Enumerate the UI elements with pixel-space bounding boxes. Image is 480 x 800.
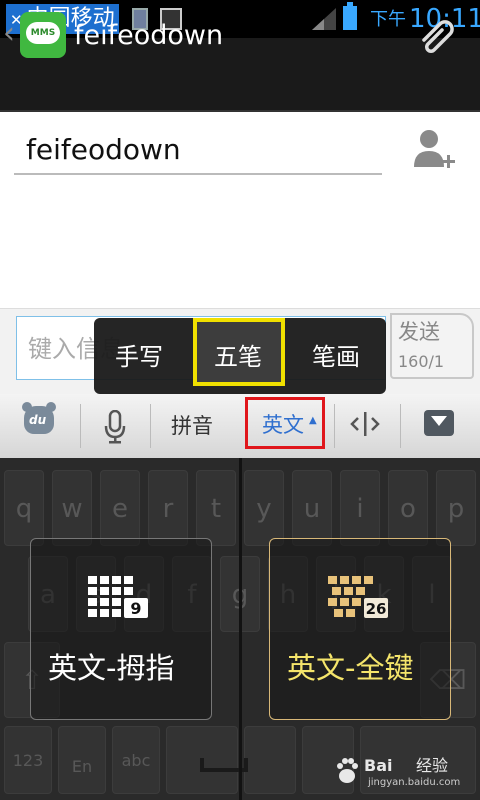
full-icon-badge: 26 [366, 600, 387, 618]
abc-key[interactable]: abc [112, 726, 160, 794]
send-label: 发送 [398, 320, 440, 344]
toolbar-divider [334, 404, 335, 448]
chevron-down-icon [431, 416, 447, 426]
toolbar-divider [80, 404, 81, 448]
key-w[interactable]: w [52, 470, 92, 546]
toolbar-divider [400, 404, 401, 448]
watermark-site: jingyan.baidu.com [368, 777, 461, 788]
full-keyboard-grid-icon: 26 [328, 576, 388, 618]
key-o[interactable]: o [388, 470, 428, 546]
watermark-brand: Bai [364, 756, 393, 775]
character-counter: 160/1 [398, 352, 445, 371]
recipient-underline [14, 173, 382, 175]
english-tab[interactable]: 英文 [262, 411, 304, 439]
key-i[interactable]: i [340, 470, 380, 546]
english-thumb-label: 英文-拇指 [48, 651, 175, 685]
key-p[interactable]: p [436, 470, 476, 546]
paperclip-icon[interactable] [416, 16, 458, 56]
key-t[interactable]: t [196, 470, 236, 546]
toolbar-divider [150, 404, 151, 448]
title-bar [0, 38, 480, 112]
thumb-icon-badge: 9 [130, 599, 141, 618]
key-y[interactable]: y [244, 470, 284, 546]
mms-bubble-icon: MMS [26, 22, 60, 44]
battery-icon [343, 2, 357, 30]
caret-up-icon: ▲ [309, 415, 317, 426]
english-full-label: 英文-全键 [287, 651, 414, 685]
key-r[interactable]: r [148, 470, 188, 546]
watermark-brand-tail: 经验 [416, 756, 449, 775]
add-contact-icon[interactable] [412, 127, 456, 173]
space-key-right[interactable] [244, 726, 296, 794]
wubi-option[interactable]: 五笔 [214, 342, 262, 372]
key-e[interactable]: e [100, 470, 140, 546]
nine-key-grid-icon: 9 [88, 576, 148, 618]
recipient-field[interactable]: feifeodown [26, 130, 181, 170]
numbers-key[interactable]: 123 [4, 726, 52, 794]
english-thumb-mode-option[interactable] [30, 538, 212, 720]
english-full-mode-option[interactable] [269, 538, 451, 720]
cursor-move-icon[interactable] [350, 410, 380, 438]
ime-toolbar [0, 394, 480, 459]
signal-icon [312, 8, 336, 30]
key-q[interactable]: q [4, 470, 44, 546]
pinyin-tab[interactable]: 拼音 [171, 412, 213, 440]
clock-ampm: 下午 [370, 9, 406, 30]
messaging-app-icon[interactable]: MMS [20, 12, 66, 58]
collapse-keyboard-button[interactable] [424, 410, 454, 436]
baidu-bear-icon[interactable]: du [22, 402, 56, 434]
handwriting-option[interactable]: 手写 [115, 342, 163, 372]
conversation-title: feifeodown [74, 20, 224, 51]
back-chevron-icon[interactable]: ‹ [3, 16, 15, 52]
keyboard-split-divider [239, 458, 242, 800]
en-key[interactable]: En [58, 726, 106, 794]
key-u[interactable]: u [292, 470, 332, 546]
microphone-icon[interactable] [104, 410, 126, 444]
stroke-option[interactable]: 笔画 [312, 342, 360, 372]
